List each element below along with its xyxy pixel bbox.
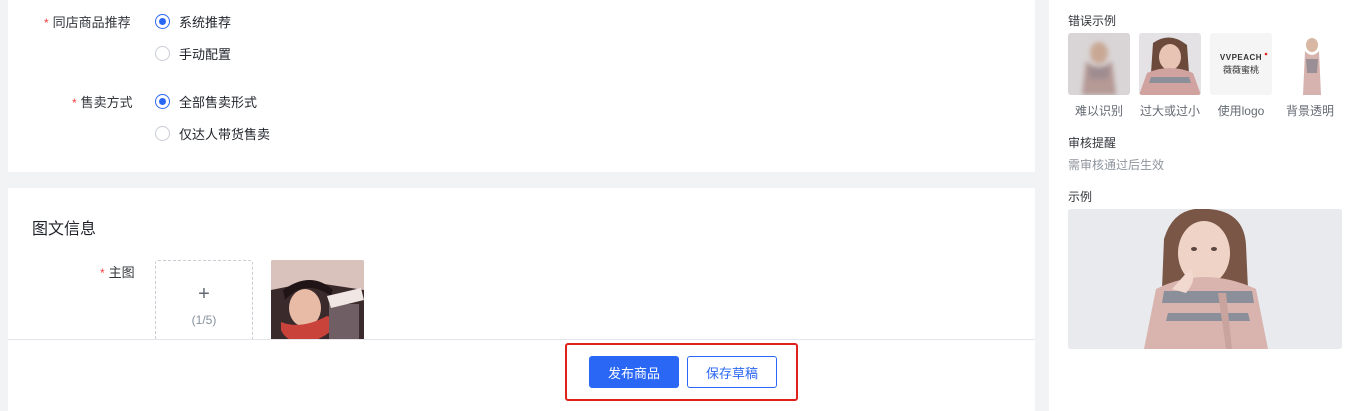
caption-hard-to-recognize: 难以识别 bbox=[1074, 104, 1123, 118]
example-image bbox=[1068, 209, 1342, 349]
radio-all-sale-forms[interactable]: 全部售卖形式 bbox=[155, 92, 257, 111]
caption-too-big-small: 过大或过小 bbox=[1139, 104, 1200, 118]
caption-uses-logo: 使用logo bbox=[1217, 104, 1265, 118]
logo-text-en: VVPEACH bbox=[1220, 53, 1262, 62]
radio-system-recommend[interactable]: 系统推荐 bbox=[155, 12, 231, 31]
wrong-example-logo: VVPEACH 薇薇蜜桃 bbox=[1210, 33, 1272, 95]
radio-unchecked-icon bbox=[155, 126, 170, 141]
main-image-thumbnail[interactable] bbox=[271, 260, 364, 348]
upload-count: (1/5) bbox=[191, 313, 217, 327]
radio-checked-icon bbox=[155, 94, 170, 109]
sale-mode-label: * 售卖方式 bbox=[72, 95, 133, 110]
same-store-label: * 同店商品推荐 bbox=[44, 15, 131, 30]
main-image-label: * 主图 bbox=[100, 265, 135, 280]
radio-manual-config[interactable]: 手动配置 bbox=[155, 44, 231, 63]
image-upload-button[interactable]: + (1/5) bbox=[155, 260, 253, 348]
logo-text-cn: 薇薇蜜桃 bbox=[1223, 64, 1259, 76]
review-title: 审核提醒 bbox=[1068, 136, 1117, 150]
footer-bar bbox=[8, 339, 1035, 411]
review-text: 需审核通过后生效 bbox=[1068, 158, 1165, 172]
wrong-example-blurry bbox=[1068, 33, 1130, 95]
closeup-photo bbox=[1139, 33, 1201, 95]
blurry-photo bbox=[1068, 33, 1130, 95]
transparent-bg-photo bbox=[1281, 33, 1343, 95]
example-title: 示例 bbox=[1068, 190, 1093, 204]
wrong-example-size bbox=[1139, 33, 1201, 95]
publish-button[interactable]: 发布商品 bbox=[589, 356, 679, 388]
save-draft-button[interactable]: 保存草稿 bbox=[687, 356, 777, 388]
model-photo bbox=[1068, 209, 1342, 349]
plus-icon: + bbox=[198, 283, 210, 305]
product-photo bbox=[271, 260, 364, 348]
caption-transparent-bg: 背景透明 bbox=[1285, 104, 1334, 118]
radio-checked-icon bbox=[155, 14, 170, 29]
radio-creator-only[interactable]: 仅达人带货售卖 bbox=[155, 124, 270, 143]
logo-image: VVPEACH 薇薇蜜桃 bbox=[1210, 33, 1272, 95]
radio-unchecked-icon bbox=[155, 46, 170, 61]
section-title: 图文信息 bbox=[32, 221, 97, 238]
wrong-example-transparent bbox=[1281, 33, 1343, 95]
wrong-examples-title: 错误示例 bbox=[1068, 14, 1117, 28]
